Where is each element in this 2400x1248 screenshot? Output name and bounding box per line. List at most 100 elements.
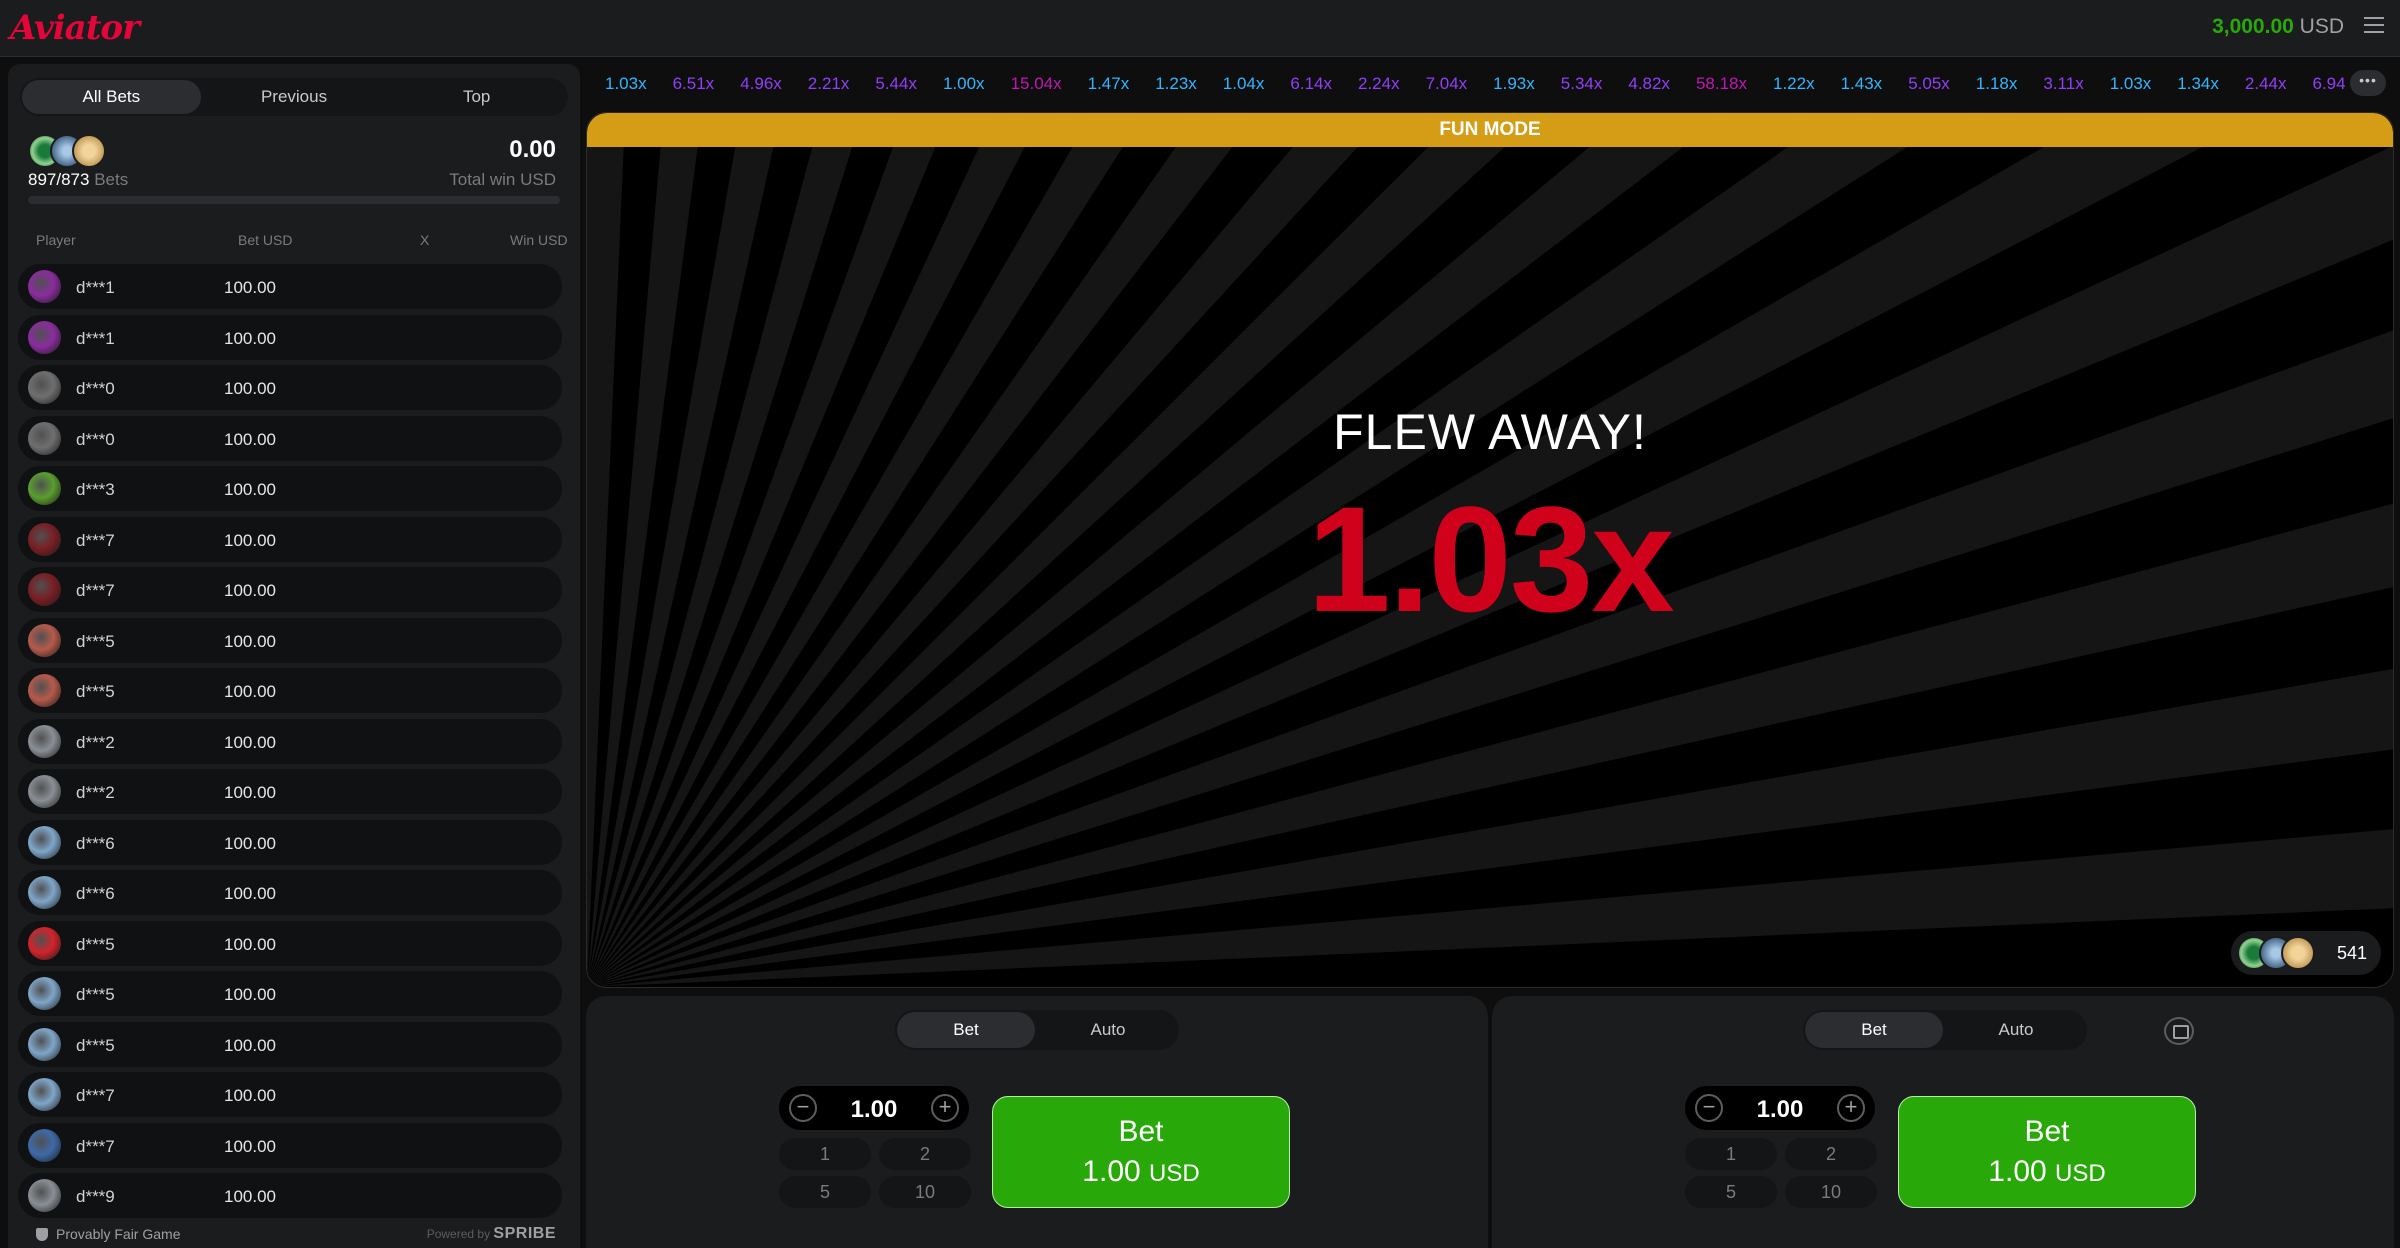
table-row: d***5 100.00 bbox=[18, 668, 562, 713]
game-canvas: FUN MODE FLEW AWAY! 1.03x 541 bbox=[586, 112, 2394, 988]
tab-previous[interactable]: Previous bbox=[205, 80, 384, 114]
avatar bbox=[28, 674, 61, 707]
bet-button[interactable]: Bet 1.00 USD bbox=[1898, 1096, 2196, 1208]
quick-amount-2[interactable]: 2 bbox=[1785, 1138, 1877, 1170]
history-multiplier[interactable]: 1.00x bbox=[943, 74, 985, 94]
tab-auto[interactable]: Auto bbox=[1039, 1012, 1177, 1048]
avatar bbox=[28, 825, 61, 859]
player-name: d***2 bbox=[76, 783, 115, 802]
tab-auto[interactable]: Auto bbox=[1947, 1012, 2085, 1048]
history-multiplier[interactable]: 5.34x bbox=[1561, 74, 1603, 94]
history-multiplier[interactable]: 3.11x bbox=[2043, 74, 2083, 94]
quick-amount-1[interactable]: 1 bbox=[779, 1138, 871, 1170]
aviator-app: Aviator 3,000.00 USD All Bets Previous T… bbox=[0, 0, 2400, 1248]
bet-amount: 100.00 bbox=[224, 934, 276, 954]
quick-amount-10[interactable]: 10 bbox=[879, 1176, 971, 1208]
table-row: d***2 100.00 bbox=[18, 769, 562, 814]
bet-panel-1: Bet Auto − 1.00 + 1 2 5 10 Bet 1.00 USD bbox=[586, 996, 1488, 1248]
bet-amount: 100.00 bbox=[224, 1086, 276, 1105]
bet-amount: 100.00 bbox=[224, 682, 276, 701]
history-multiplier[interactable]: 6.51x bbox=[673, 74, 715, 94]
plus-icon[interactable]: + bbox=[1837, 1094, 1865, 1122]
bets-progress-bar bbox=[28, 196, 560, 204]
player-name: d***5 bbox=[76, 934, 115, 954]
history-multiplier[interactable]: 2.24x bbox=[1358, 74, 1400, 94]
bet-panel-1-tabs: Bet Auto bbox=[895, 1010, 1179, 1050]
avatar bbox=[28, 270, 61, 303]
bet-amount-stepper: − 1.00 + bbox=[779, 1086, 969, 1130]
bet-amount: 100.00 bbox=[224, 530, 276, 550]
avatar bbox=[28, 775, 61, 808]
fun-mode-banner: FUN MODE bbox=[587, 113, 2393, 147]
bet-amount: 100.00 bbox=[224, 379, 276, 398]
player-name: d***9 bbox=[76, 1187, 115, 1206]
history-multiplier[interactable]: 1.47x bbox=[1088, 74, 1130, 94]
table-row: d***0 100.00 bbox=[18, 415, 562, 461]
provably-fair-link[interactable]: Provably Fair Game bbox=[36, 1226, 180, 1242]
history-multiplier[interactable]: 15.04x bbox=[1011, 74, 1062, 94]
plus-icon[interactable]: + bbox=[931, 1094, 959, 1122]
history-multiplier[interactable]: 1.22x bbox=[1773, 74, 1815, 94]
player-name: d***1 bbox=[76, 328, 115, 348]
history-more-button[interactable]: ••• bbox=[2350, 70, 2386, 96]
tab-bet[interactable]: Bet bbox=[897, 1012, 1035, 1048]
history-multiplier[interactable]: 7.04x bbox=[1426, 74, 1468, 94]
history-multiplier[interactable]: 2.21x bbox=[808, 74, 850, 94]
player-name: d***0 bbox=[76, 379, 115, 398]
bet-button[interactable]: Bet 1.00 USD bbox=[992, 1096, 1290, 1208]
history-multiplier[interactable]: 6.94x bbox=[2312, 74, 2346, 94]
multiplier-history: 1.03x 6.51x 4.96x 2.21x 5.44x 1.00x 15.04x 1.47… bbox=[594, 64, 2346, 104]
quick-amount-2[interactable]: 2 bbox=[879, 1138, 971, 1170]
history-multiplier[interactable]: 4.96x bbox=[740, 74, 782, 94]
history-multiplier[interactable]: 1.18x bbox=[1976, 74, 2018, 94]
bet-button-label: Bet bbox=[1118, 1115, 1164, 1148]
history-multiplier[interactable]: 58.18x bbox=[1696, 74, 1747, 94]
player-name: d***0 bbox=[76, 429, 115, 449]
hamburger-menu-icon[interactable] bbox=[2364, 17, 2384, 35]
quick-amount-5[interactable]: 5 bbox=[779, 1176, 871, 1208]
history-multiplier[interactable]: 2.44x bbox=[2245, 74, 2287, 94]
history-multiplier[interactable]: 1.93x bbox=[1493, 74, 1535, 94]
history-multiplier[interactable]: 6.14x bbox=[1290, 74, 1332, 94]
history-multiplier[interactable]: 5.44x bbox=[875, 74, 917, 94]
avatar bbox=[28, 371, 61, 404]
history-multiplier[interactable]: 1.23x bbox=[1155, 74, 1197, 94]
bet-button-amount: 1.00 bbox=[1988, 1155, 2047, 1188]
avatar bbox=[72, 134, 106, 168]
bet-button-amount: 1.00 bbox=[1082, 1155, 1141, 1188]
table-row: d***3 100.00 bbox=[18, 466, 562, 511]
bets-tabs: All Bets Previous Top bbox=[20, 78, 568, 116]
history-multiplier[interactable]: 4.82x bbox=[1628, 74, 1670, 94]
player-name: d***5 bbox=[76, 631, 115, 651]
tab-all-bets[interactable]: All Bets bbox=[22, 80, 201, 114]
quick-amount-10[interactable]: 10 bbox=[1785, 1176, 1877, 1208]
bet-amount: 100.00 bbox=[224, 631, 276, 651]
quick-amount-1[interactable]: 1 bbox=[1685, 1138, 1777, 1170]
table-row: d***5 100.00 bbox=[18, 971, 562, 1016]
history-multiplier[interactable]: 1.03x bbox=[2110, 74, 2152, 94]
total-win-value: 0.00 bbox=[509, 136, 556, 163]
tab-bet[interactable]: Bet bbox=[1805, 1012, 1943, 1048]
powered-by-label: Powered by bbox=[426, 1227, 491, 1241]
bet-panel-2-tabs: Bet Auto bbox=[1803, 1010, 2087, 1050]
tab-top[interactable]: Top bbox=[387, 80, 566, 114]
history-multiplier[interactable]: 1.04x bbox=[1223, 74, 1265, 94]
total-win: 0.00 Total win USD bbox=[449, 136, 556, 190]
avatar bbox=[28, 1027, 61, 1061]
history-multiplier[interactable]: 1.34x bbox=[2177, 74, 2219, 94]
quick-amount-5[interactable]: 5 bbox=[1685, 1176, 1777, 1208]
remove-panel-icon[interactable] bbox=[2164, 1017, 2194, 1045]
left-footer: Provably Fair Game Powered by SPRIBE bbox=[8, 1218, 580, 1248]
player-name: d***6 bbox=[76, 833, 115, 853]
avatar bbox=[2281, 936, 2315, 970]
avatar bbox=[28, 876, 61, 909]
aviator-logo[interactable]: Aviator bbox=[10, 8, 140, 48]
bet-amount: 100.00 bbox=[224, 429, 276, 449]
bet-amount: 100.00 bbox=[224, 833, 276, 853]
history-multiplier[interactable]: 1.43x bbox=[1841, 74, 1883, 94]
history-multiplier[interactable]: 1.03x bbox=[605, 74, 647, 94]
player-name: d***6 bbox=[76, 884, 115, 903]
history-multiplier[interactable]: 5.05x bbox=[1908, 74, 1950, 94]
balance-display: 3,000.00 USD bbox=[2212, 15, 2344, 39]
flew-away-text: FLEW AWAY! bbox=[1333, 404, 1647, 460]
